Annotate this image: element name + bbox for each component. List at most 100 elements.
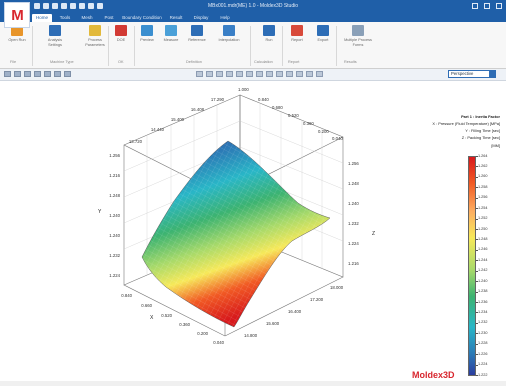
tab-boundary-condition[interactable]: Boundary Condition	[122, 14, 162, 22]
group-separator	[250, 26, 251, 66]
title-bar: MBx001.mdr(ME) 1.0 - Moldex3D Studio	[0, 0, 506, 14]
tick-label: 1.232	[109, 253, 120, 258]
rotate-icon[interactable]	[14, 71, 21, 77]
reference-icon	[191, 25, 203, 36]
legend-line: Z : Packing Time [sec]	[461, 135, 500, 140]
legend-value: 1.254	[478, 205, 488, 210]
window-title: MBx001.mdr(ME) 1.0 - Moldex3D Studio	[207, 3, 299, 9]
tick-label: 1.240	[348, 201, 359, 206]
tick-label: 0.660	[141, 303, 152, 308]
reference-button[interactable]: Reference	[186, 25, 208, 58]
ribbon: Open Run Analysis Settings Process Param…	[0, 22, 506, 69]
pan-icon[interactable]	[24, 71, 31, 77]
group-label-calculation: Calculation	[254, 60, 273, 64]
legend-value: 1.238	[478, 289, 488, 294]
tick-label: 14.440	[150, 127, 164, 132]
tick-label: 16.400	[288, 309, 302, 314]
preview-icon	[141, 25, 153, 36]
minimize-icon[interactable]	[472, 3, 478, 9]
tick-label: 1.000	[238, 87, 249, 92]
zoom-icon[interactable]	[34, 71, 41, 77]
view-left-icon[interactable]	[216, 71, 223, 77]
view-iso-icon[interactable]	[256, 71, 263, 77]
reset-view-icon[interactable]	[316, 71, 323, 77]
tick-label: 0.360	[179, 322, 190, 327]
interpolation-icon	[223, 25, 235, 36]
color-icon[interactable]	[306, 71, 313, 77]
tick-label: 0.360	[303, 121, 314, 126]
view-back-icon[interactable]	[206, 71, 213, 77]
tick-label: 0.200	[197, 331, 208, 336]
tab-tools[interactable]: Tools	[56, 14, 74, 22]
tab-result[interactable]: Result	[166, 14, 186, 22]
legend-unit: [MM]	[491, 143, 500, 148]
export-button[interactable]: Export	[312, 25, 334, 58]
light-icon[interactable]	[296, 71, 303, 77]
preview-button[interactable]: Preview	[136, 25, 158, 58]
view-bottom-icon[interactable]	[246, 71, 253, 77]
legend-value: 1.246	[478, 247, 488, 252]
tick-label: 1.240	[109, 233, 120, 238]
group-label-report: Report	[288, 60, 300, 64]
surface-plot	[123, 94, 344, 337]
tick-label: 15.600	[266, 321, 280, 326]
mesh-toggle-icon[interactable]	[276, 71, 283, 77]
analysis-settings-icon	[49, 25, 61, 36]
report-button[interactable]: Report	[286, 25, 308, 58]
interpolation-button[interactable]: Interpolation	[218, 25, 240, 58]
axis-label-z: Z	[372, 231, 376, 237]
legend-value: 1.228	[478, 341, 488, 346]
view-top-icon[interactable]	[236, 71, 243, 77]
multiple-process-forms-button[interactable]: Multiple Process Forms	[340, 25, 376, 58]
view-right-icon[interactable]	[226, 71, 233, 77]
process-parameters-button[interactable]: Process Parameters	[84, 25, 106, 58]
tick-label: 17.290	[210, 97, 224, 102]
tick-label: 1.248	[109, 193, 120, 198]
fit-icon[interactable]	[44, 71, 51, 77]
tick-label: 1.240	[109, 213, 120, 218]
group-label-ok: OK	[118, 60, 124, 64]
run-button[interactable]: Run	[258, 25, 280, 58]
tick-label: 1.256	[348, 161, 359, 166]
group-separator	[108, 26, 109, 66]
select-icon[interactable]	[4, 71, 11, 77]
camera-icon[interactable]	[54, 71, 61, 77]
process-parameters-icon	[89, 25, 101, 36]
analysis-settings-button[interactable]: Analysis Settings	[44, 25, 66, 58]
measure-icon	[165, 25, 177, 36]
legend-value: 1.232	[478, 320, 488, 325]
axis-label-x: X	[150, 315, 154, 321]
tab-home[interactable]: Home	[32, 14, 52, 22]
tab-help[interactable]: Help	[216, 14, 234, 22]
view-front-icon[interactable]	[196, 71, 203, 77]
shading-icon[interactable]	[266, 71, 273, 77]
response-surface-view[interactable]: 1.000 0.840 0.680 0.520 0.360 0.200 0.04…	[0, 81, 506, 377]
tab-display[interactable]: Display	[190, 14, 212, 22]
projection-select[interactable]: Perspective	[448, 70, 496, 78]
axis-toggle-icon[interactable]	[286, 71, 293, 77]
legend-line: Y : Filling Time [sec]	[465, 128, 500, 133]
app-window: MBx001.mdr(ME) 1.0 - Moldex3D Studio M H…	[0, 0, 506, 386]
tab-mesh[interactable]: Mesh	[78, 14, 96, 22]
export-image-icon[interactable]	[64, 71, 71, 77]
close-icon[interactable]	[496, 3, 502, 9]
tick-label: 0.840	[258, 97, 269, 102]
legend-value: 1.230	[478, 330, 488, 335]
group-label-file: File	[10, 60, 17, 64]
legend-value: 1.240	[478, 278, 488, 283]
export-icon	[317, 25, 329, 36]
app-logo[interactable]: M	[4, 2, 30, 28]
measure-button[interactable]: Measure	[160, 25, 182, 58]
tick-label: 1.224	[348, 241, 359, 246]
tick-label: 1.256	[109, 153, 120, 158]
legend-title: Part 1 : Inertia Factor	[461, 114, 500, 119]
doe-button[interactable]: DOE	[110, 25, 132, 58]
tick-label: 1.248	[348, 181, 359, 186]
brand-logo: Moldex3D	[412, 370, 455, 380]
ribbon-tabs: Home Tools Mesh Post Boundary Condition …	[0, 14, 506, 22]
tab-post[interactable]: Post	[100, 14, 118, 22]
open-run-button[interactable]: Open Run	[6, 25, 28, 58]
maximize-icon[interactable]	[484, 3, 490, 9]
axis-label-y: Y	[98, 209, 102, 215]
group-separator	[336, 26, 337, 66]
